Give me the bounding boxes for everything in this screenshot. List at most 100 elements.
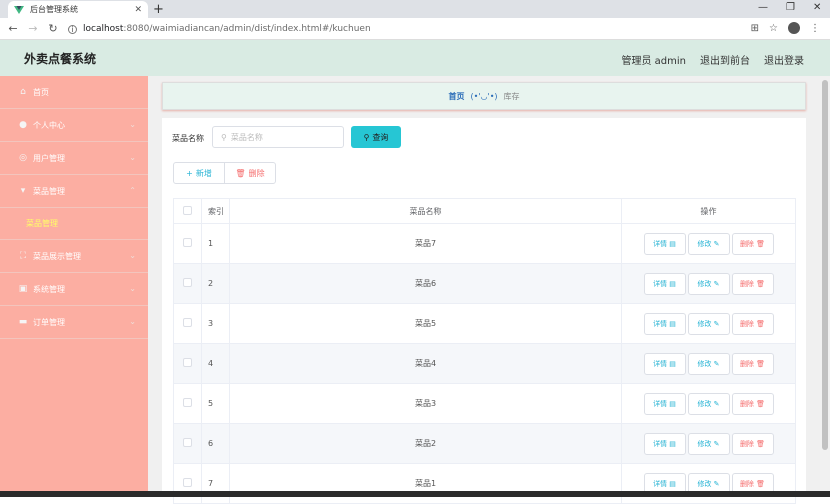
browser-tab-strip: 后台管理系统 ✕ + — ❐ ✕ [0, 0, 830, 18]
new-tab-icon[interactable]: + [153, 2, 164, 17]
edit-button[interactable]: 修改 ✎ [687, 272, 730, 295]
edit-button[interactable]: 修改 ✎ [687, 312, 730, 335]
edit-button[interactable]: 修改 ✎ [687, 392, 730, 415]
order-icon: ▬ [18, 317, 28, 327]
minimize-icon[interactable]: — [758, 2, 768, 13]
settings-icon: ▣ [18, 284, 28, 294]
trash-icon: 🗑 [756, 279, 766, 288]
table-row: 7 菜品1 详情 ▤ 修改 ✎ 删除 🗑 [173, 463, 796, 504]
app-title: 外卖点餐系统 [24, 52, 97, 66]
sidebar-item-users[interactable]: ◎ 用户管理 ⌄ [0, 142, 148, 175]
forward-icon[interactable]: → [26, 22, 40, 35]
edit-button[interactable]: 修改 ✎ [687, 352, 730, 375]
scrollbar-thumb[interactable] [822, 80, 828, 450]
row-checkbox[interactable] [183, 358, 192, 367]
select-all-checkbox[interactable] [183, 205, 192, 215]
row-name: 菜品2 [229, 423, 622, 464]
table-body: 1 菜品7 详情 ▤ 修改 ✎ 删除 🗑 2 菜品6 详情 ▤ 修改 ✎ 删除 🗑 3 菜品5 详情 ▤… [173, 223, 796, 504]
pencil-icon: ✎ [713, 319, 720, 328]
row-ops: 详情 ▤ 修改 ✎ 删除 🗑 [621, 263, 796, 304]
row-checkbox[interactable] [183, 238, 192, 247]
detail-button[interactable]: 详情 ▤ [643, 232, 686, 255]
row-checkbox[interactable] [183, 478, 192, 487]
sidebar-item-label: 菜品展示管理 [33, 251, 81, 261]
detail-button[interactable]: 详情 ▤ [643, 392, 686, 415]
sidebar-item-system[interactable]: ▣ 系统管理 ⌄ [0, 273, 148, 306]
delete-button[interactable]: 🗑 删除 [224, 162, 276, 184]
submenu-item-dish-manage[interactable]: 菜品管理 [0, 208, 148, 240]
detail-button[interactable]: 详情 ▤ [643, 352, 686, 375]
row-select-cell [173, 343, 202, 384]
search-icon: ⚲ [363, 132, 370, 142]
remove-button[interactable]: 删除 🗑 [731, 232, 774, 255]
detail-label: 详情 [653, 319, 668, 328]
row-checkbox[interactable] [183, 438, 192, 447]
remove-button[interactable]: 删除 🗑 [731, 392, 774, 415]
remove-label: 删除 [739, 399, 754, 408]
header-index: 索引 [201, 198, 230, 224]
back-icon[interactable]: ← [6, 22, 20, 35]
chevron-down-icon: ⌄ [129, 120, 136, 129]
sidebar-item-dishes[interactable]: ▾ 菜品管理 ⌃ [0, 175, 148, 208]
row-checkbox[interactable] [183, 398, 192, 407]
more-icon[interactable]: ⋮ [810, 23, 820, 34]
row-name: 菜品7 [229, 223, 622, 264]
row-name: 菜品3 [229, 383, 622, 424]
row-checkbox[interactable] [183, 318, 192, 327]
pencil-icon: ✎ [713, 439, 720, 448]
chevron-up-icon: ⌃ [129, 186, 136, 195]
search-input[interactable]: ⚲ 菜品名称 [212, 126, 344, 148]
table-row: 1 菜品7 详情 ▤ 修改 ✎ 删除 🗑 [173, 223, 796, 264]
row-index: 5 [201, 383, 230, 424]
remove-button[interactable]: 删除 🗑 [731, 352, 774, 375]
remove-label: 删除 [739, 439, 754, 448]
detail-button[interactable]: 详情 ▤ [643, 272, 686, 295]
pencil-icon: ✎ [713, 239, 720, 248]
remove-button[interactable]: 删除 🗑 [731, 312, 774, 335]
search-label: 菜品名称 [172, 134, 204, 143]
row-select-cell [173, 463, 202, 504]
info-icon[interactable]: i [68, 24, 77, 34]
reload-icon[interactable]: ↻ [46, 22, 60, 35]
sidebar-item-home[interactable]: ⌂ 首页 [0, 76, 148, 109]
logout-link[interactable]: 退出登录 [764, 52, 804, 67]
detail-button[interactable]: 详情 ▤ [643, 432, 686, 455]
document-icon: ▤ [669, 399, 676, 408]
document-icon: ▤ [669, 239, 676, 248]
table-row: 5 菜品3 详情 ▤ 修改 ✎ 删除 🗑 [173, 383, 796, 424]
detail-label: 详情 [653, 439, 668, 448]
table-row: 4 菜品4 详情 ▤ 修改 ✎ 删除 🗑 [173, 343, 796, 384]
row-select-cell [173, 383, 202, 424]
sidebar-item-dish-display[interactable]: ⛶ 菜品展示管理 ⌄ [0, 240, 148, 273]
row-name: 菜品1 [229, 463, 622, 504]
row-ops: 详情 ▤ 修改 ✎ 删除 🗑 [621, 423, 796, 464]
browser-tab[interactable]: 后台管理系统 ✕ [8, 1, 148, 18]
breadcrumb: 首页 (•'◡'•) 库存 [162, 82, 806, 110]
window-close-icon[interactable]: ✕ [813, 2, 821, 13]
remove-button[interactable]: 删除 🗑 [731, 272, 774, 295]
edit-button[interactable]: 修改 ✎ [687, 432, 730, 455]
breadcrumb-current: 库存 [503, 91, 520, 101]
remove-label: 删除 [739, 279, 754, 288]
restore-icon[interactable]: ❐ [786, 2, 795, 13]
sidebar-item-profile[interactable]: ● 个人中心 ⌄ [0, 109, 148, 142]
detail-button[interactable]: 详情 ▤ [643, 312, 686, 335]
add-button[interactable]: + 新增 [173, 162, 225, 184]
url-field[interactable]: i localhost:8080/waimiadiancan/admin/dis… [68, 21, 748, 37]
close-icon[interactable]: ✕ [134, 5, 142, 15]
star-icon[interactable]: ☆ [769, 23, 778, 34]
remove-button[interactable]: 删除 🗑 [731, 432, 774, 455]
query-button[interactable]: ⚲ 查询 [351, 126, 401, 148]
translate-icon[interactable]: ⊞ [751, 23, 759, 34]
row-checkbox[interactable] [183, 278, 192, 287]
url-path: :8080/waimiadiancan/admin/dist/index.htm… [123, 24, 371, 34]
goto-front-link[interactable]: 退出到前台 [700, 52, 750, 67]
trash-icon: 🗑 [756, 359, 766, 368]
home-icon: ⌂ [20, 87, 26, 97]
search-placeholder: 菜品名称 [230, 132, 263, 142]
sidebar-item-orders[interactable]: ▬ 订单管理 ⌄ [0, 306, 148, 339]
breadcrumb-home[interactable]: 首页 [448, 91, 464, 102]
profile-avatar[interactable] [788, 22, 800, 34]
edit-button[interactable]: 修改 ✎ [687, 232, 730, 255]
row-index: 6 [201, 423, 230, 464]
